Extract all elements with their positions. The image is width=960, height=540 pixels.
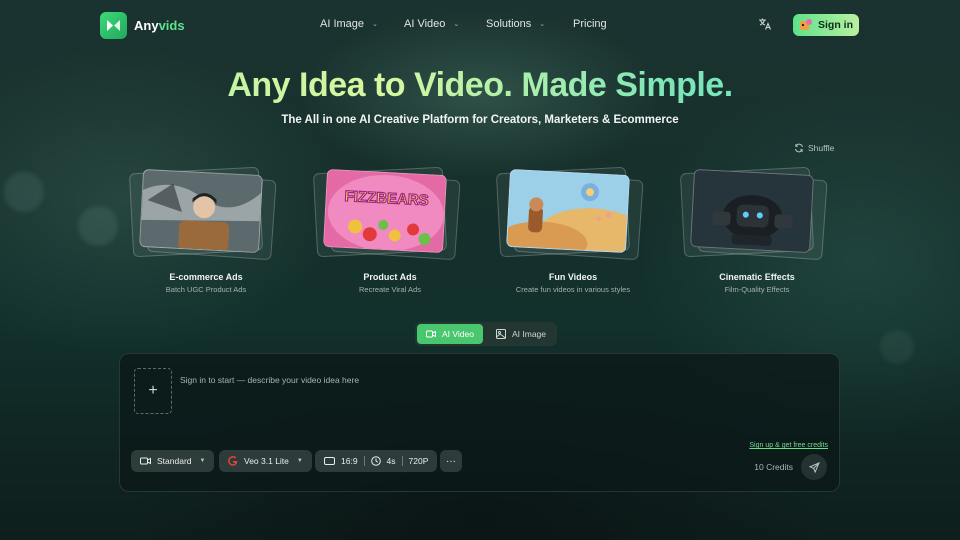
video-camera-icon (140, 457, 151, 465)
cartoon-scene-thumbnail (506, 168, 630, 254)
model-select[interactable]: Veo 3.1 Lite ▼ (219, 450, 312, 472)
logo-icon (100, 12, 127, 39)
brand-name: Anyvids (134, 18, 185, 33)
send-icon (808, 461, 820, 473)
brand-logo[interactable]: Anyvids (100, 12, 185, 39)
chevron-down-icon: ▼ (296, 458, 303, 464)
card-image-stack (128, 166, 281, 261)
feature-card-ecommerce-ads[interactable]: E-commerce Ads Batch UGC Product Ads (128, 166, 281, 294)
nav-item-pricing[interactable]: Pricing (573, 18, 607, 30)
credits-balance: 10 Credits (754, 462, 793, 472)
card-image-stack: FIZZBEARS (312, 166, 465, 261)
shuffle-button[interactable]: Shuffle (794, 143, 834, 153)
tab-ai-video[interactable]: AI Video (417, 324, 483, 344)
chevron-down-icon: ⌄ (539, 21, 546, 28)
bokeh-light (78, 206, 118, 246)
quality-select[interactable]: Standard ▼ (131, 450, 215, 472)
nav-item-ai-image[interactable]: AI Image ⌄ (320, 18, 404, 30)
top-navigation: Anyvids AI Image ⌄ AI Video ⌄ Solutions ⌄ P… (0, 0, 960, 50)
robot-scene-thumbnail (690, 168, 814, 254)
sign-in-button[interactable]: Sign in (793, 14, 859, 36)
candy-product-thumbnail: FIZZBEARS (323, 168, 447, 254)
feature-card-cinematic-effects[interactable]: Cinematic Effects Film-Quality Effects (679, 166, 832, 294)
translate-icon[interactable] (758, 17, 772, 31)
video-settings-select[interactable]: 16:9 4s 720P (315, 450, 438, 472)
feature-card-product-ads[interactable]: FIZZBEARS Product Ads Recreate Viral Ads (312, 166, 465, 294)
bokeh-light (4, 172, 44, 212)
main-menu: AI Image ⌄ AI Video ⌄ Solutions ⌄ Pricing (320, 18, 607, 30)
send-button[interactable] (801, 454, 827, 480)
more-options-button[interactable]: ··· (440, 450, 462, 472)
clock-icon (370, 456, 381, 466)
more-icon: ··· (446, 455, 456, 467)
video-camera-icon (426, 330, 436, 338)
chevron-down-icon: ⌄ (372, 21, 378, 28)
nav-item-ai-video[interactable]: AI Video ⌄ (404, 18, 486, 30)
feature-card-fun-videos[interactable]: Fun Videos Create fun videos in various … (495, 166, 648, 294)
add-media-button[interactable]: + (134, 368, 172, 414)
ugc-product-thumbnail (139, 168, 263, 254)
prompt-input[interactable] (180, 368, 740, 392)
hero-subtitle: The All in one AI Creative Platform for … (281, 114, 679, 126)
mode-switcher: AI Video AI Image (415, 322, 558, 346)
nav-item-solutions[interactable]: Solutions ⌄ (486, 18, 573, 30)
refresh-icon (795, 143, 803, 153)
bokeh-light (880, 330, 914, 364)
hero-title: Any Idea to Video. Made Simple. (0, 66, 960, 105)
chevron-down-icon: ▼ (199, 458, 206, 464)
chevron-down-icon: ⌄ (453, 21, 460, 28)
free-credits-link[interactable]: Sign up & get free credits (749, 442, 828, 449)
card-image-stack (495, 166, 648, 261)
tab-ai-image[interactable]: AI Image (487, 324, 555, 344)
google-icon (228, 456, 238, 466)
card-image-stack (679, 166, 832, 261)
image-icon (495, 329, 506, 339)
aspect-ratio-icon (324, 457, 335, 465)
mascot-icon (800, 19, 812, 30)
prompt-composer: + Standard ▼ Veo 3.1 Lite ▼ 16:9 4s 720P… (119, 353, 840, 492)
